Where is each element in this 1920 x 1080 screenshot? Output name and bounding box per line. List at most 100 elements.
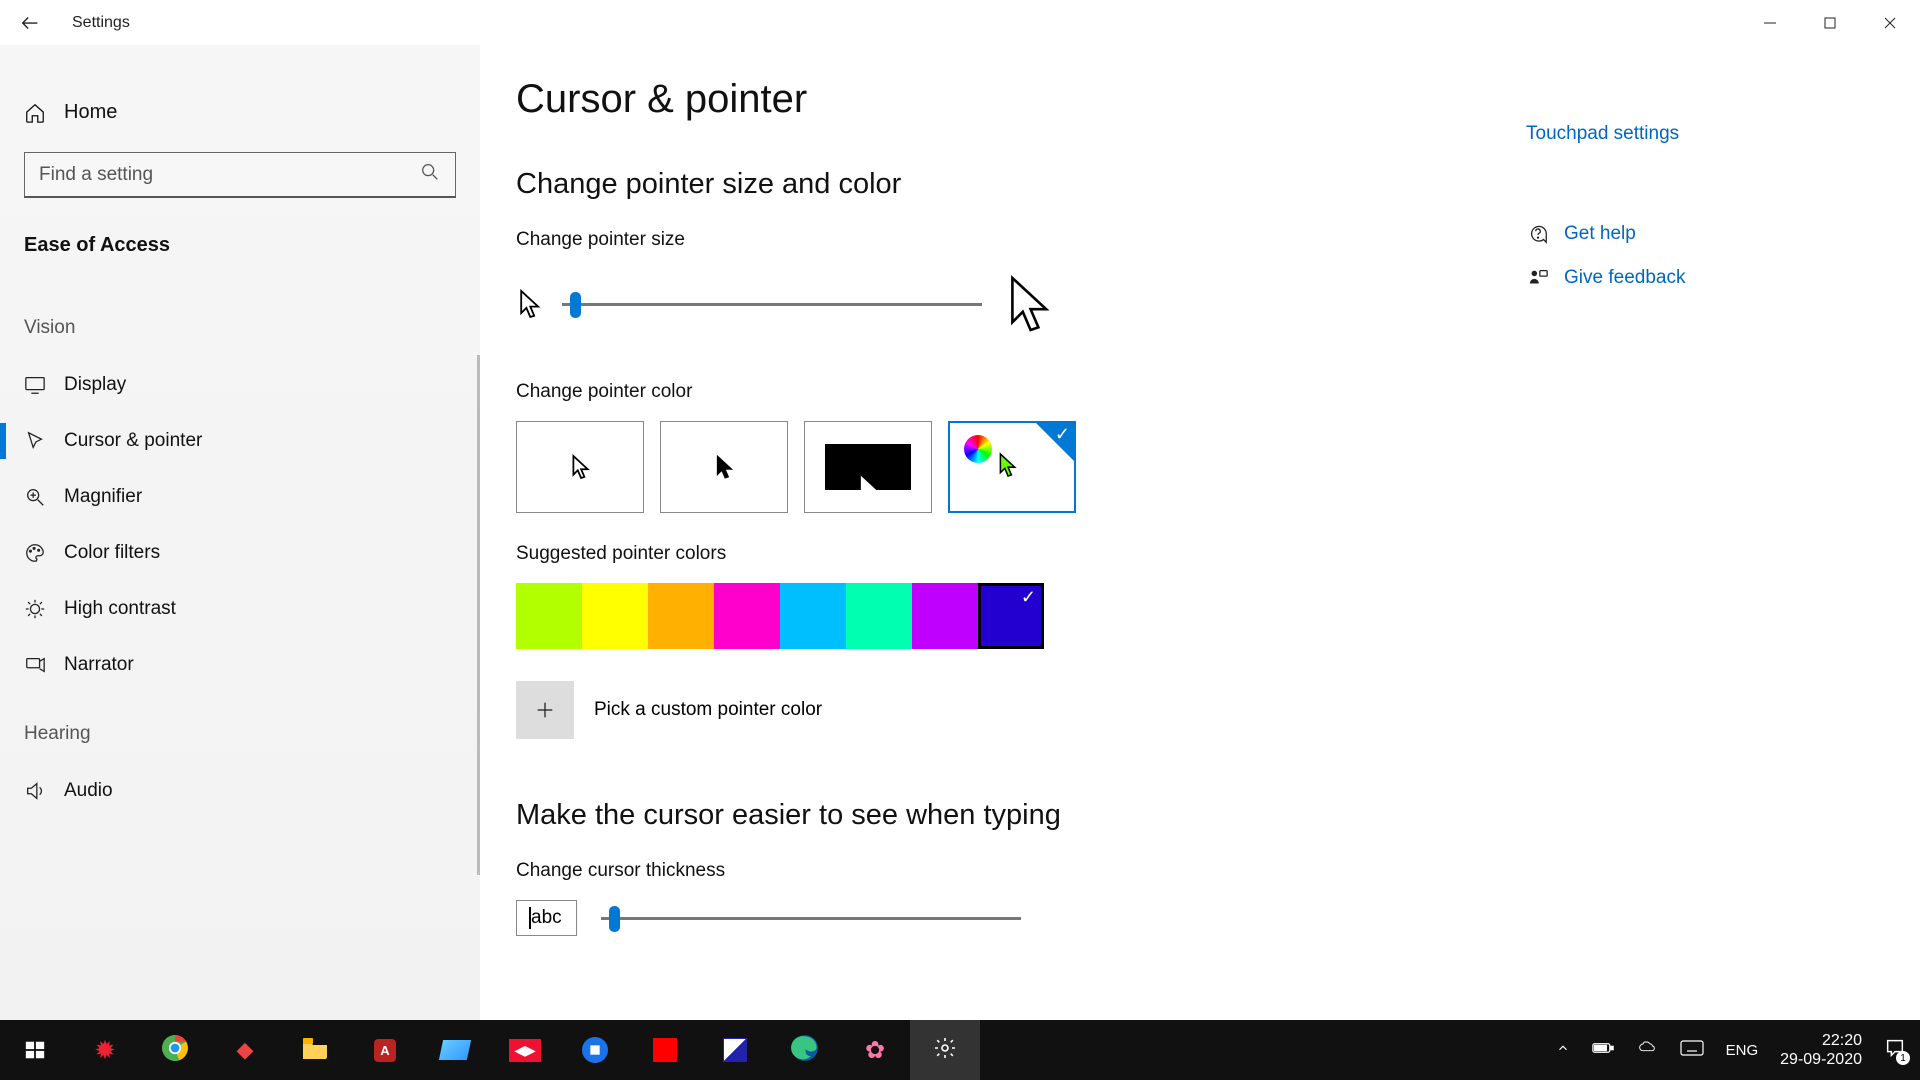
narrator-icon <box>24 654 46 676</box>
taskbar-app-8[interactable] <box>560 1020 630 1080</box>
onedrive-icon[interactable] <box>1636 1040 1658 1060</box>
app-icon <box>439 1040 471 1060</box>
search-icon <box>419 161 441 188</box>
cursor-thickness-sample-text: abc <box>531 907 562 928</box>
magnifier-icon <box>24 486 46 508</box>
pointer-size-label: Change pointer size <box>516 229 1526 251</box>
touchpad-settings-link[interactable]: Touchpad settings <box>1526 123 1886 145</box>
sidebar-item-color-filters[interactable]: Color filters <box>24 525 456 581</box>
maximize-button[interactable] <box>1800 0 1860 45</box>
sidebar-item-high-contrast[interactable]: High contrast <box>24 581 456 637</box>
taskbar-time: 22:20 <box>1780 1031 1862 1050</box>
sidebar-item-home[interactable]: Home <box>24 85 456 152</box>
taskbar-app-settings[interactable] <box>910 1020 980 1080</box>
pick-custom-color-button[interactable] <box>516 681 574 739</box>
tray-overflow[interactable] <box>1556 1041 1570 1059</box>
taskbar-app-3[interactable]: ◆ <box>210 1020 280 1080</box>
link-label: Touchpad settings <box>1526 123 1679 145</box>
taskbar-app-chrome[interactable] <box>140 1020 210 1080</box>
help-icon <box>1526 223 1550 245</box>
cursor-small-icon <box>516 288 542 320</box>
folder-icon <box>301 1036 329 1064</box>
sidebar-item-label: Audio <box>64 780 113 802</box>
suggested-color-swatch[interactable] <box>714 583 780 649</box>
sidebar-item-magnifier[interactable]: Magnifier <box>24 469 456 525</box>
chrome-icon <box>161 1034 189 1066</box>
taskbar-app-9[interactable] <box>630 1020 700 1080</box>
taskbar-app-huawei[interactable]: ✹ <box>70 1020 140 1080</box>
app-icon: ◆ <box>237 1037 254 1063</box>
sidebar-item-audio[interactable]: Audio <box>24 763 456 819</box>
taskbar-app-explorer[interactable] <box>280 1020 350 1080</box>
suggested-color-swatch[interactable] <box>780 583 846 649</box>
link-label: Give feedback <box>1564 267 1685 289</box>
suggested-color-swatch[interactable] <box>516 583 582 649</box>
suggested-colors-label: Suggested pointer colors <box>516 543 1526 565</box>
cursor-thickness-preview: abc <box>516 900 577 936</box>
sidebar-group-hearing: Hearing <box>24 693 456 763</box>
sidebar-item-label: Home <box>64 101 117 124</box>
sidebar-item-label: Magnifier <box>64 486 142 508</box>
action-center-icon[interactable]: 1 <box>1884 1037 1906 1063</box>
app-icon <box>653 1038 677 1062</box>
sidebar-item-cursor-pointer[interactable]: Cursor & pointer <box>24 413 456 469</box>
suggested-color-swatch[interactable] <box>978 583 1044 649</box>
suggested-color-swatch[interactable] <box>582 583 648 649</box>
get-help-link[interactable]: Get help <box>1526 223 1886 245</box>
suggested-color-swatch[interactable] <box>846 583 912 649</box>
pick-custom-color-label: Pick a custom pointer color <box>594 699 822 721</box>
taskbar-app-6[interactable] <box>420 1020 490 1080</box>
section-cursor-typing-title: Make the cursor easier to see when typin… <box>516 799 1526 832</box>
taskbar-app-anydesk[interactable]: ◀▶ <box>490 1020 560 1080</box>
sidebar-item-display[interactable]: Display <box>24 357 456 413</box>
battery-icon[interactable] <box>1592 1041 1614 1059</box>
section-size-color-title: Change pointer size and color <box>516 168 1526 201</box>
pointer-color-label: Change pointer color <box>516 381 1526 403</box>
pointer-color-custom[interactable]: ✓ <box>948 421 1076 513</box>
keyboard-icon[interactable] <box>1680 1040 1704 1060</box>
page-title: Cursor & pointer <box>516 77 1526 122</box>
taskbar-app-12[interactable]: ✿ <box>840 1020 910 1080</box>
taskbar-app-10[interactable] <box>700 1020 770 1080</box>
sidebar-item-label: Color filters <box>64 542 160 564</box>
feedback-icon <box>1526 267 1550 289</box>
taskbar-app-edge[interactable] <box>770 1020 840 1080</box>
suggested-color-swatch[interactable] <box>648 583 714 649</box>
sidebar-group-vision: Vision <box>24 287 456 357</box>
give-feedback-link[interactable]: Give feedback <box>1526 267 1886 289</box>
minimize-button[interactable] <box>1740 0 1800 45</box>
app-icon: ✿ <box>865 1036 885 1065</box>
search-placeholder: Find a setting <box>39 164 419 186</box>
suggested-color-swatch[interactable] <box>912 583 978 649</box>
sidebar-item-narrator[interactable]: Narrator <box>24 637 456 693</box>
input-language[interactable]: ENG <box>1726 1042 1759 1059</box>
start-button[interactable] <box>0 1020 70 1080</box>
pointer-color-white[interactable] <box>516 421 644 513</box>
back-button[interactable] <box>0 12 60 34</box>
sidebar-scrollbar[interactable] <box>477 355 480 875</box>
suggested-colors <box>516 583 1526 649</box>
titlebar: Settings <box>0 0 1920 45</box>
pointer-color-black[interactable] <box>660 421 788 513</box>
taskbar-clock[interactable]: 22:20 29-09-2020 <box>1780 1031 1862 1069</box>
gear-icon <box>933 1036 957 1064</box>
color-wheel-icon <box>964 435 992 463</box>
app-title: Settings <box>60 14 130 32</box>
taskbar-date: 29-09-2020 <box>1780 1050 1862 1069</box>
edge-icon <box>791 1034 819 1066</box>
notification-badge: 1 <box>1896 1051 1910 1065</box>
sidebar-heading: Ease of Access <box>24 226 456 287</box>
pointer-color-inverted[interactable] <box>804 421 932 513</box>
app-icon <box>582 1037 608 1063</box>
display-icon <box>24 374 46 396</box>
pointer-size-slider[interactable] <box>562 289 982 319</box>
sidebar-item-label: Narrator <box>64 654 134 676</box>
cursor-icon <box>24 430 46 452</box>
search-input[interactable]: Find a setting <box>24 152 456 198</box>
taskbar-app-pdf[interactable]: A <box>350 1020 420 1080</box>
cursor-thickness-label: Change cursor thickness <box>516 860 1526 882</box>
link-label: Get help <box>1564 223 1636 245</box>
close-button[interactable] <box>1860 0 1920 45</box>
cursor-thickness-slider[interactable] <box>601 903 1021 933</box>
home-icon <box>24 102 46 124</box>
